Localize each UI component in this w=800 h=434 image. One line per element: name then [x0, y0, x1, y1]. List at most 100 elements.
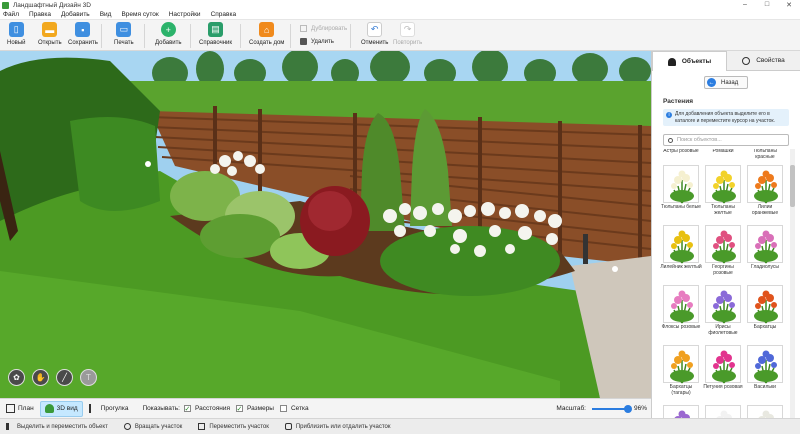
check-icon: ✓	[235, 405, 243, 413]
print-button[interactable]: ▭ Печать	[114, 22, 134, 46]
catalog-item-label: Тюльпаны желтые	[711, 204, 735, 216]
rotate-icon	[123, 423, 131, 430]
catalog-item-label: Флоксы розовые	[661, 324, 701, 330]
house-icon: ⌂	[259, 22, 275, 37]
plan-icon	[6, 404, 15, 413]
toolbar-separator	[190, 24, 191, 48]
plus-icon: +	[160, 22, 176, 37]
menu-time-of-day[interactable]: Время суток	[121, 11, 158, 18]
info-icon: i	[666, 112, 672, 118]
grid-checkbox[interactable]: Сетка	[279, 405, 309, 412]
catalog-item[interactable]	[663, 225, 699, 264]
trash-icon	[300, 38, 307, 45]
catalog-item-label: Бархатцы	[753, 324, 777, 330]
catalog-item[interactable]	[705, 165, 741, 204]
window-controls: – □ ✕	[734, 1, 800, 9]
catalog-item-label: Тюльпаны белые	[661, 204, 701, 210]
objects-panel: Объекты Свойства ← Назад Растения i Для …	[651, 51, 800, 418]
catalog-item[interactable]	[663, 285, 699, 324]
folder-icon: ▬	[42, 22, 58, 37]
menu-file[interactable]: Файл	[3, 11, 19, 18]
title-bar: Ландшафтный Дизайн 3D – □ ✕	[0, 0, 800, 10]
garden-scene[interactable]	[0, 51, 651, 398]
plan-view-button[interactable]: План	[2, 401, 38, 417]
menu-add[interactable]: Добавить	[61, 11, 90, 18]
view-bar: План 3D вид Прогулка Показывать: ✓ Расст…	[0, 398, 651, 418]
app-icon	[2, 1, 9, 9]
menu-edit[interactable]: Правка	[29, 11, 51, 18]
add-button[interactable]: + Добавить	[155, 22, 182, 46]
catalog-item[interactable]	[705, 405, 741, 418]
settings-icon	[742, 56, 751, 65]
toolbar-separator	[350, 24, 351, 48]
walk-view-button[interactable]: Прогулка	[85, 401, 133, 417]
undo-button[interactable]: ↶ Отменить	[361, 22, 388, 46]
tab-objects[interactable]: Объекты	[652, 51, 727, 71]
undo-icon: ↶	[367, 22, 383, 37]
measure-tool-icon[interactable]: ╱	[56, 369, 73, 386]
catalog-item[interactable]	[747, 165, 783, 204]
catalog-item-label: Бархатцы (тагары)	[669, 384, 693, 396]
catalog-item-label: Георгины розовые	[712, 264, 734, 276]
walking-person-icon	[88, 404, 98, 413]
text-tool-icon[interactable]: T	[80, 369, 97, 386]
toolbar-separator	[240, 24, 241, 48]
hint-rotate: Вращать участок	[123, 423, 182, 430]
catalog-item-label: Тюльпаны красные	[753, 149, 777, 160]
catalog-item-label: Лилейник желтый	[660, 264, 702, 270]
menu-help[interactable]: Справка	[211, 11, 237, 18]
hand-tool-icon[interactable]: ✋	[32, 369, 49, 386]
duplicate-button[interactable]: Дублировать	[300, 25, 347, 32]
catalog-item[interactable]	[663, 345, 699, 384]
new-file-icon: ▯	[8, 22, 24, 37]
hint-pan: Переместить участок	[198, 423, 269, 430]
printer-icon: ▭	[116, 22, 132, 37]
catalog-item[interactable]	[747, 405, 783, 418]
catalog-item[interactable]	[705, 225, 741, 264]
tab-properties[interactable]: Свойства	[727, 51, 800, 71]
zoom-slider-thumb[interactable]	[624, 404, 633, 413]
plant-catalog: Астры розовые Ромашки Тюльпаны красные Тюль…	[660, 149, 786, 418]
create-house-button[interactable]: ⌂ Создать дом	[249, 22, 284, 46]
close-icon[interactable]: ✕	[778, 1, 800, 9]
catalog-item[interactable]	[663, 165, 699, 204]
sizes-checkbox[interactable]: ✓ Размеры	[235, 405, 274, 413]
new-button[interactable]: ▯ Новый	[7, 22, 26, 46]
3d-viewport[interactable]: ✿ ✋ ╱ T	[0, 51, 651, 398]
catalog-item-label: Петуния розовая	[703, 384, 743, 390]
open-button[interactable]: ▬ Открыть	[38, 22, 62, 46]
scrollbar-thumb[interactable]	[790, 165, 795, 207]
search-input[interactable]: Поиск объектов...	[663, 134, 789, 146]
help-button[interactable]: ▤ Справочник	[199, 22, 232, 46]
distances-checkbox[interactable]: ✓ Расстояния	[183, 405, 230, 413]
catalog-item[interactable]	[747, 285, 783, 324]
minimize-icon[interactable]: –	[734, 1, 756, 9]
objects-tool-icon[interactable]: ✿	[8, 369, 25, 386]
menu-view[interactable]: Вид	[100, 11, 112, 18]
zoom-slider[interactable]	[591, 404, 633, 413]
catalog-item[interactable]	[705, 345, 741, 384]
catalog-scrollbar[interactable]	[790, 149, 795, 418]
save-button[interactable]: ▪ Сохранить	[68, 22, 98, 46]
catalog-item[interactable]	[747, 225, 783, 264]
arrow-left-icon: ←	[707, 78, 716, 87]
zoom-control: Масштаб: 96%	[556, 404, 647, 413]
cursor-icon	[6, 423, 13, 430]
catalog-item[interactable]	[705, 285, 741, 324]
window-title: Ландшафтный Дизайн 3D	[13, 1, 91, 9]
delete-button[interactable]: Удалить	[300, 38, 334, 45]
back-button[interactable]: ← Назад	[704, 76, 748, 89]
3d-view-button[interactable]: 3D вид	[39, 400, 83, 417]
toolbar-separator	[290, 24, 291, 48]
book-icon: ▤	[208, 22, 223, 37]
catalog-item-label: Васильки	[754, 384, 776, 390]
redo-button[interactable]: ↷ Повторить	[393, 22, 422, 46]
catalog-item[interactable]	[747, 345, 783, 384]
menu-settings[interactable]: Настройки	[169, 11, 201, 18]
catalog-item-label: Астры розовые	[663, 149, 699, 154]
maximize-icon[interactable]: □	[756, 1, 778, 9]
panel-tabs: Объекты Свойства	[652, 51, 800, 71]
zoom-value: 96%	[633, 405, 647, 412]
catalog-item[interactable]	[663, 405, 699, 418]
section-title: Растения	[663, 98, 693, 105]
